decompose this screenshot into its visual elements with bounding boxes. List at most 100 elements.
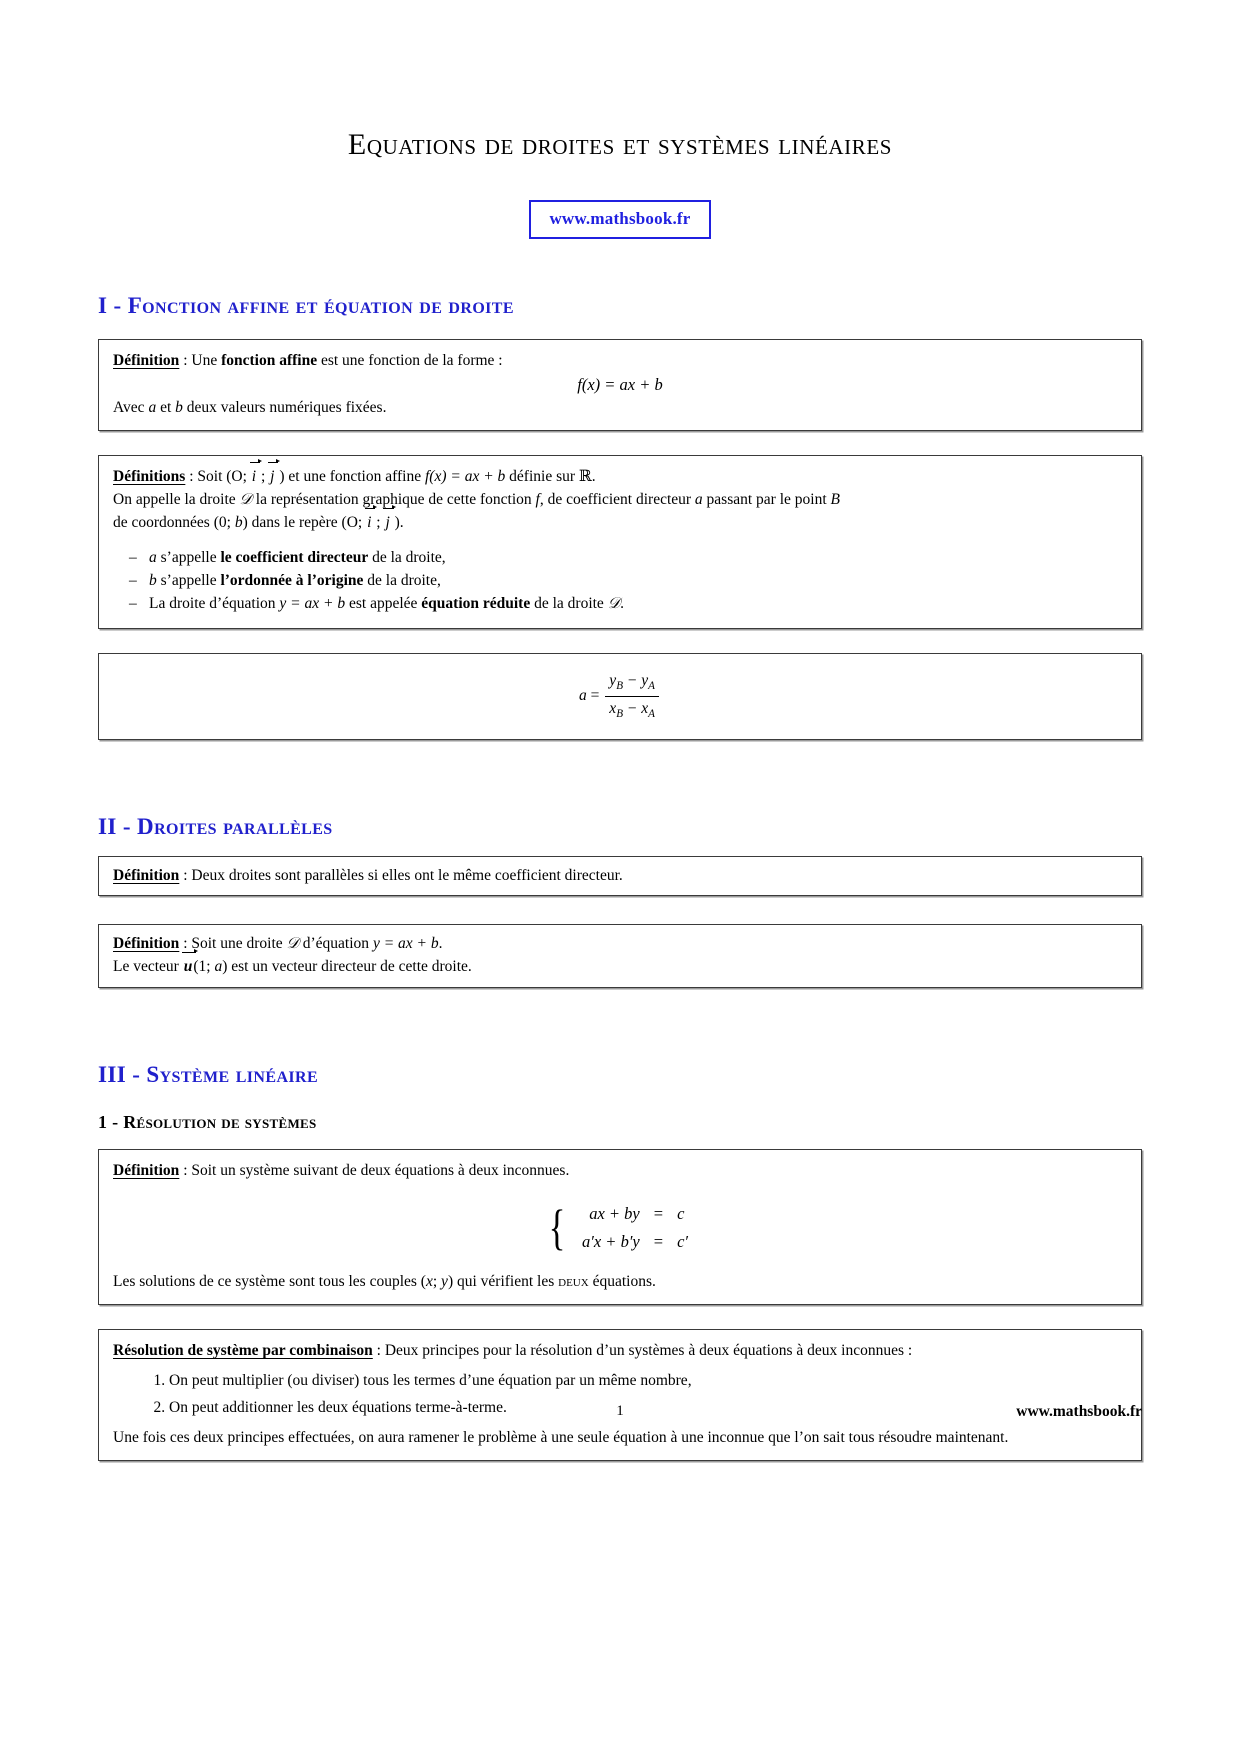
definition-line-2: Le vecteur u (1; a) est un vecteur direct…: [113, 948, 1127, 978]
text-run: définie sur ℝ.: [505, 468, 596, 486]
vector-j-icon: j: [383, 504, 396, 534]
table-row: ax + by = c: [575, 1200, 695, 1227]
text-run: est appelée: [345, 595, 422, 613]
term-label: Définition: [113, 1162, 180, 1180]
system-of-equations: { ax + by = c a′x + b′y = c′: [113, 1200, 1127, 1255]
text-run: Avec: [113, 399, 149, 417]
text-run: ) qui vérifient les: [447, 1273, 559, 1291]
definitions-box-line-representation: Définitions : Soit (O; i ; j ) et une fo…: [98, 455, 1142, 630]
box-group-5: Définition : Soit une droite 𝒟 d’équatio…: [98, 924, 1142, 989]
section-heading-3: III - Système linéaire: [98, 1062, 319, 1088]
fraction-numerator: yB − yA: [605, 670, 659, 698]
definition-line: Définition : Deux droites sont parallèle…: [113, 865, 1127, 887]
page-title: Equations de droites et systèmes linéair…: [347, 128, 893, 161]
text-run: .: [620, 595, 624, 613]
vector-i-icon: i: [365, 504, 378, 534]
subsection-heading-3-1: 1 - Résolution de systèmes: [98, 1112, 317, 1133]
formula-box-slope: a = yB − yA xB − xA: [98, 653, 1142, 741]
variable-a: a: [149, 549, 157, 567]
vector-u-icon: u: [181, 948, 199, 978]
term-label: Définition: [113, 935, 180, 953]
left-brace-icon: {: [548, 1199, 566, 1256]
text-run: : Deux droites sont parallèles si elles …: [179, 867, 623, 885]
text-run: d’équation: [298, 935, 373, 953]
method-intro: Résolution de système par combinaison : …: [113, 1340, 1127, 1362]
term-label: Définition: [113, 352, 180, 369]
definition-line: Définition : Une fonction affine est une…: [113, 350, 1127, 372]
vector-i-icon: i: [249, 458, 263, 488]
box-group-4: Définition : Deux droites sont parallèle…: [98, 856, 1142, 897]
text-run: passant par le point: [702, 491, 831, 509]
text-run: ) dans le repère (O;: [242, 514, 367, 532]
equation-rhs: c: [677, 1204, 685, 1224]
table-row: a′x + b′y = c′: [575, 1228, 695, 1255]
fraction: yB − yA xB − xA: [605, 670, 659, 723]
text-run: On appelle la droite: [113, 491, 240, 509]
definition-box-linear-system: Définition : Soit un système suivant de …: [98, 1149, 1142, 1306]
emphasis-equation-reduite: équation réduite: [421, 595, 531, 613]
text-run: ) et une fonction affine: [275, 468, 425, 486]
term-label: Résolution de système par combinaison: [113, 1342, 373, 1360]
definitions-bullet-list: a s’appelle le coefficient directeur de …: [113, 547, 1127, 615]
variable-y: y: [441, 1273, 448, 1291]
emphasis-ordonnee-origine: l’ordonnée à l’origine: [220, 572, 364, 590]
site-badge-container: www.mathsbook.fr: [0, 200, 1240, 239]
footer-site-name: www.mathsbook.fr: [1016, 1403, 1142, 1420]
text-run: La droite d’équation: [149, 595, 280, 613]
emphasis-coefficient-directeur: le coefficient directeur: [220, 549, 369, 567]
system-table: ax + by = c a′x + b′y = c′: [575, 1200, 695, 1255]
formula-affine: f(x) = ax + b: [577, 375, 663, 394]
text-run: .: [438, 935, 443, 953]
variable-x: x: [425, 1273, 433, 1291]
text-run: de la droite,: [363, 572, 441, 590]
section-heading-1: I - Fonction affine et équation de droit…: [98, 293, 514, 318]
text-run: ;: [257, 468, 270, 486]
equation-lhs: a′x + b′y: [582, 1231, 640, 1251]
box-group-3: a = yB − yA xB − xA: [98, 653, 1142, 741]
fraction-denominator: xB − xA: [609, 700, 655, 721]
site-badge[interactable]: www.mathsbook.fr: [529, 200, 711, 239]
emphasis-deux: deux: [558, 1273, 589, 1291]
variable-a: a: [694, 491, 703, 509]
text-run: Le vecteur: [113, 958, 183, 976]
section-heading-2: II - Droites parallèles: [98, 814, 333, 840]
text-run: ).: [390, 514, 404, 532]
slope-formula: a = yB − yA xB − xA: [113, 670, 1127, 723]
definition-line: Définition : Soit un système suivant de …: [113, 1160, 1127, 1182]
equation-reduite-formula: y = ax + b: [279, 595, 346, 613]
definitions-line-3: de coordonnées (0; b) dans le repère (O;…: [113, 504, 1127, 534]
equals-sign: =: [653, 1204, 664, 1224]
definition-closing: Les solutions de ce système sont tous le…: [113, 1271, 1127, 1293]
equals-sign: =: [653, 1231, 664, 1251]
text-run: : Soit (O;: [185, 468, 251, 486]
text-run: s’appelle: [156, 572, 221, 590]
equation-lhs: ax + by: [589, 1204, 640, 1224]
definitions-line-2: On appelle la droite 𝒟 la représentation…: [113, 489, 1127, 511]
variable-b: b: [175, 399, 183, 417]
definition-box-affine-function: Définition : Une fonction affine est une…: [98, 339, 1142, 432]
list-item: a s’appelle le coefficient directeur de …: [129, 547, 1127, 569]
text-run: ;: [372, 514, 385, 532]
symbol-droite-D: 𝒟: [607, 595, 621, 613]
text-run: : Une: [179, 352, 222, 369]
variable-b: b: [234, 514, 243, 532]
point-B: B: [830, 491, 840, 509]
list-item: La droite d’équation y = ax + b est appe…: [129, 593, 1127, 615]
variable-a: a: [579, 687, 587, 705]
text-run: : Deux principes pour la résolution d’un…: [372, 1342, 913, 1360]
text-run: est une fonction de la forme :: [317, 352, 503, 369]
equals-sign: =: [590, 687, 600, 705]
definition-box-parallel-lines: Définition : Deux droites sont parallèle…: [98, 856, 1142, 897]
text-run: s’appelle: [156, 549, 221, 567]
text-run: ) est un vecteur directeur de cette droi…: [222, 958, 472, 976]
page-footer: 1 www.mathsbook.fr: [0, 1403, 1240, 1463]
formula-affine-inline: f(x) = ax + b: [424, 468, 506, 486]
text-run: : Soit un système suivant de deux équati…: [179, 1162, 570, 1180]
text-run: de la droite,: [368, 549, 446, 567]
term-label: Définitions: [113, 468, 186, 486]
text-run: équations.: [588, 1273, 656, 1291]
definition-line-1: Définition : Soit une droite 𝒟 d’équatio…: [113, 933, 1127, 955]
document-page: Equations de droites et systèmes linéair…: [0, 0, 1240, 1753]
text-run: ;: [432, 1273, 442, 1291]
box-group-6: Définition : Soit un système suivant de …: [98, 1149, 1142, 1306]
